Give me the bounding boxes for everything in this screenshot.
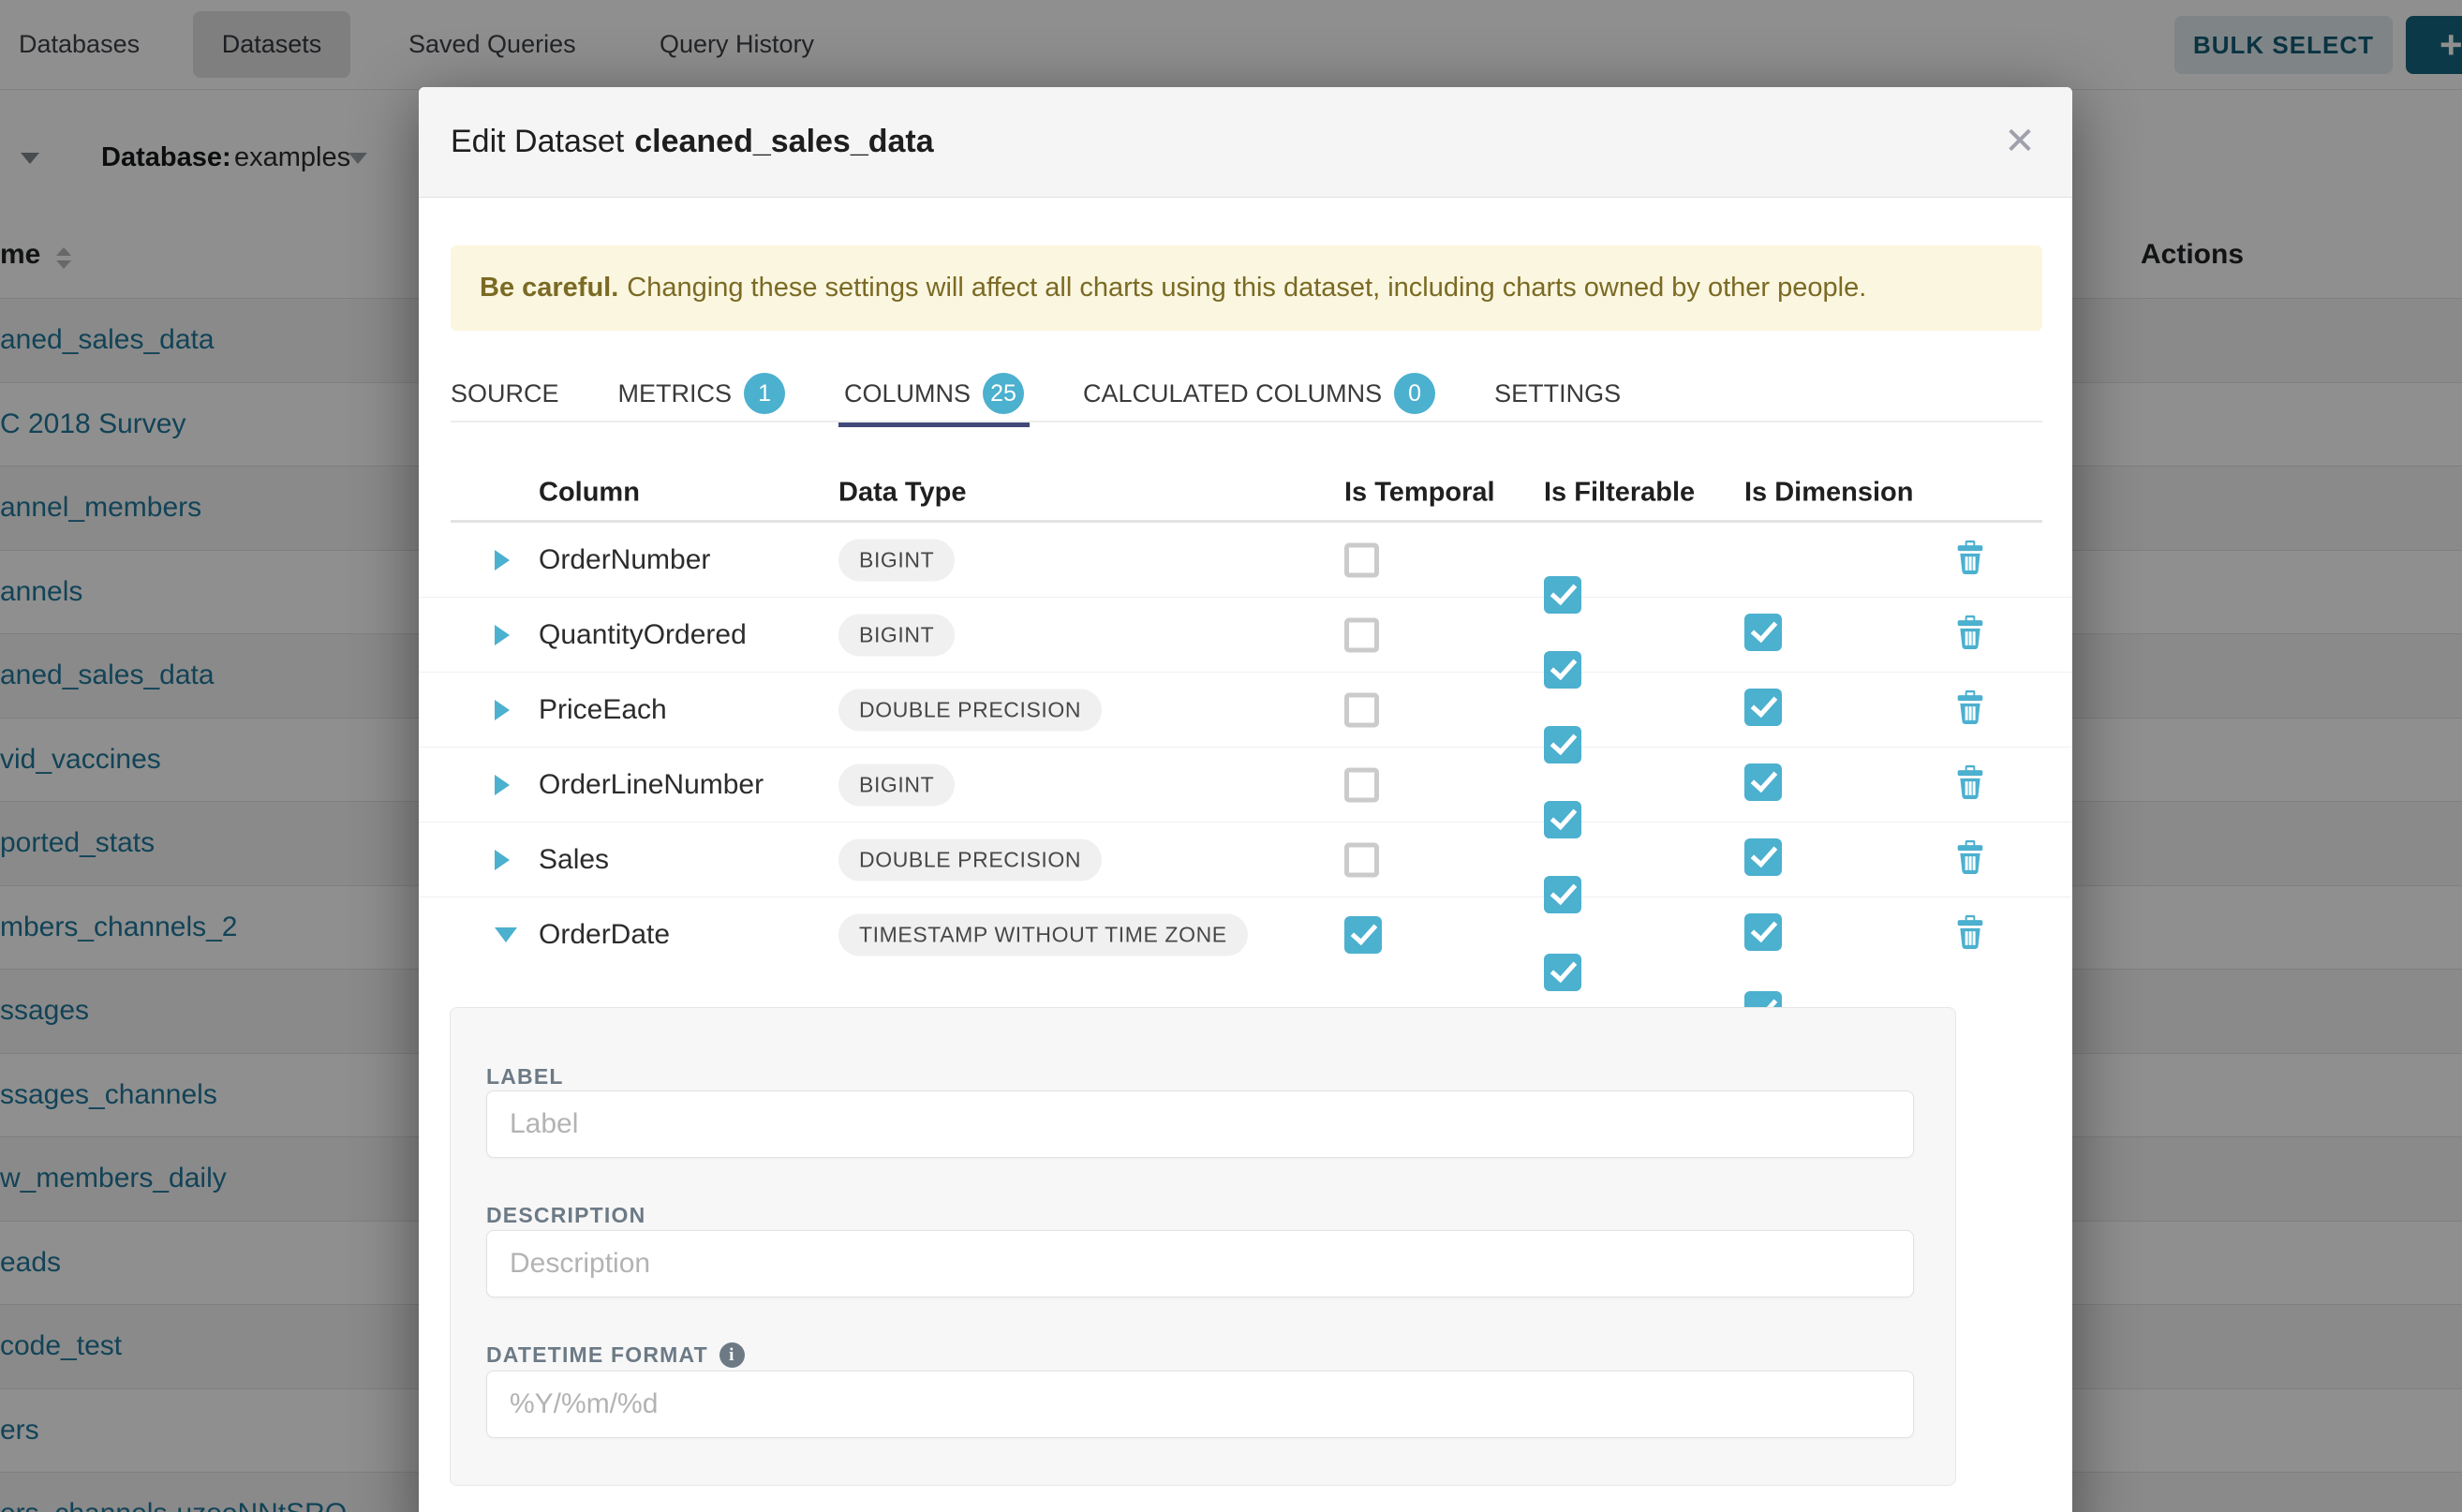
is-temporal-checkbox[interactable] bbox=[1344, 842, 1379, 877]
table-row: OrderLineNumber BIGINT bbox=[419, 748, 2072, 823]
modal-title-prefix: Edit Dataset bbox=[451, 124, 624, 160]
column-name: OrderLineNumber bbox=[539, 769, 764, 801]
data-type-badge: BIGINT bbox=[838, 763, 955, 806]
delete-column-button[interactable] bbox=[1955, 839, 1985, 880]
caret-right-icon[interactable] bbox=[495, 550, 510, 571]
columns-table-header: Column Data Type Is Temporal Is Filterab… bbox=[419, 467, 2072, 519]
is-temporal-checkbox[interactable] bbox=[1344, 692, 1379, 727]
tab-metrics[interactable]: METRICS 1 bbox=[618, 373, 786, 414]
tab-label: SETTINGS bbox=[1494, 379, 1621, 408]
delete-column-button[interactable] bbox=[1955, 689, 1985, 730]
is-temporal-checkbox[interactable] bbox=[1344, 542, 1379, 577]
data-type-badge: DOUBLE PRECISION bbox=[838, 689, 1102, 731]
table-row: PriceEach DOUBLE PRECISION bbox=[419, 673, 2072, 748]
delete-column-button[interactable] bbox=[1955, 764, 1985, 805]
caret-right-icon[interactable] bbox=[495, 700, 510, 720]
modal-tabs: SOURCE METRICS 1 COLUMNS 25 CALCULATED C… bbox=[451, 373, 1621, 414]
field-label-text: DATETIME FORMAT bbox=[486, 1342, 708, 1368]
description-field-label: DESCRIPTION bbox=[486, 1203, 645, 1228]
description-input[interactable] bbox=[486, 1230, 1914, 1297]
field-label-text: DESCRIPTION bbox=[486, 1203, 645, 1228]
delete-column-button[interactable] bbox=[1955, 914, 1985, 955]
data-type-badge: DOUBLE PRECISION bbox=[838, 838, 1102, 881]
is-temporal-checkbox[interactable] bbox=[1344, 916, 1382, 954]
warning-bold: Be careful. bbox=[480, 273, 618, 304]
header-is-dimension: Is Dimension bbox=[1744, 478, 1914, 509]
table-row: QuantityOrdered BIGINT bbox=[419, 598, 2072, 673]
column-name: OrderNumber bbox=[539, 544, 710, 576]
tab-columns[interactable]: COLUMNS 25 bbox=[844, 373, 1024, 414]
data-type-badge: BIGINT bbox=[838, 614, 955, 656]
label-field-label: LABEL bbox=[486, 1064, 564, 1090]
tab-count-badge: 1 bbox=[744, 373, 785, 414]
header-is-filterable: Is Filterable bbox=[1544, 478, 1695, 509]
trash-icon bbox=[1955, 914, 1985, 950]
tab-label: METRICS bbox=[618, 379, 733, 408]
tab-source[interactable]: SOURCE bbox=[451, 373, 559, 414]
data-type-badge: BIGINT bbox=[838, 539, 955, 581]
columns-table-body: OrderNumber BIGINT QuantityOrdered BIGIN… bbox=[419, 523, 2072, 971]
column-name: PriceEach bbox=[539, 694, 667, 726]
is-filterable-checkbox[interactable] bbox=[1544, 954, 1581, 991]
tab-label: CALCULATED COLUMNS bbox=[1083, 379, 1382, 408]
column-name: Sales bbox=[539, 844, 609, 876]
caret-down-icon[interactable] bbox=[495, 927, 517, 942]
tab-calculated-columns[interactable]: CALCULATED COLUMNS 0 bbox=[1083, 373, 1435, 414]
trash-icon bbox=[1955, 839, 1985, 875]
delete-column-button[interactable] bbox=[1955, 615, 1985, 655]
caret-right-icon[interactable] bbox=[495, 775, 510, 795]
caret-right-icon[interactable] bbox=[495, 850, 510, 870]
edit-dataset-modal: Edit Dataset cleaned_sales_data ✕ Be car… bbox=[419, 87, 2072, 1512]
tab-label: COLUMNS bbox=[844, 379, 971, 408]
header-data-type: Data Type bbox=[838, 478, 966, 509]
column-name: QuantityOrdered bbox=[539, 619, 747, 651]
header-is-temporal: Is Temporal bbox=[1344, 478, 1495, 509]
field-label-text: LABEL bbox=[486, 1064, 564, 1090]
datetime-format-input[interactable] bbox=[486, 1371, 1914, 1438]
modal-title-dataset-name: cleaned_sales_data bbox=[634, 124, 933, 160]
is-temporal-checkbox[interactable] bbox=[1344, 767, 1379, 802]
header-column: Column bbox=[539, 478, 640, 509]
delete-column-button[interactable] bbox=[1955, 540, 1985, 580]
table-row: Sales DOUBLE PRECISION bbox=[419, 823, 2072, 897]
trash-icon bbox=[1955, 689, 1985, 725]
close-icon[interactable]: ✕ bbox=[1997, 119, 2042, 164]
is-temporal-checkbox[interactable] bbox=[1344, 617, 1379, 652]
datasets-page: Databases Datasets Saved Queries Query H… bbox=[0, 0, 2462, 1512]
trash-icon bbox=[1955, 615, 1985, 650]
tab-count-badge: 0 bbox=[1394, 373, 1435, 414]
info-icon[interactable]: i bbox=[719, 1342, 745, 1368]
table-row: OrderNumber BIGINT bbox=[419, 523, 2072, 598]
data-type-badge: TIMESTAMP WITHOUT TIME ZONE bbox=[838, 913, 1248, 956]
caret-right-icon[interactable] bbox=[495, 625, 510, 645]
modal-title: Edit Dataset cleaned_sales_data bbox=[451, 87, 934, 197]
tabs-divider bbox=[451, 421, 2042, 422]
datetime-format-field-label: DATETIME FORMAT i bbox=[486, 1342, 745, 1368]
label-input[interactable] bbox=[486, 1090, 1914, 1158]
column-detail-panel: LABEL DESCRIPTION DATETIME FORMAT i bbox=[450, 1007, 1956, 1486]
modal-header: Edit Dataset cleaned_sales_data ✕ bbox=[419, 87, 2072, 198]
warning-banner: Be careful. Changing these settings will… bbox=[451, 245, 2042, 331]
tab-label: SOURCE bbox=[451, 379, 559, 408]
column-name: OrderDate bbox=[539, 919, 670, 951]
tab-settings[interactable]: SETTINGS bbox=[1494, 373, 1621, 414]
trash-icon bbox=[1955, 764, 1985, 800]
warning-text: Changing these settings will affect all … bbox=[627, 273, 1866, 304]
trash-icon bbox=[1955, 540, 1985, 575]
table-row: OrderDate TIMESTAMP WITHOUT TIME ZONE bbox=[419, 897, 2072, 971]
tab-count-badge: 25 bbox=[983, 373, 1024, 414]
